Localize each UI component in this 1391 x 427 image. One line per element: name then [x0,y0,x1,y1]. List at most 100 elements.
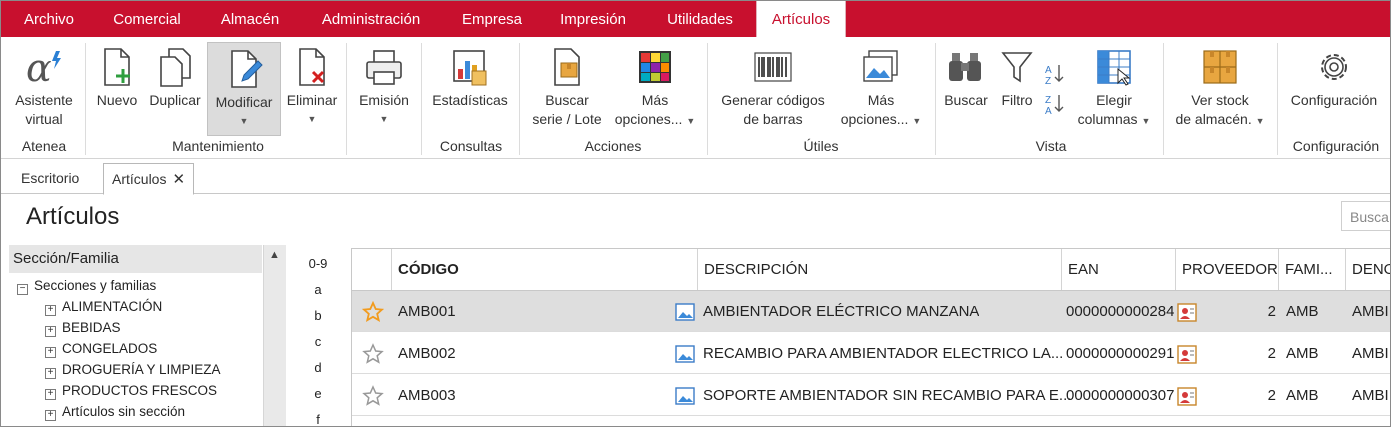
column-header-denominacion[interactable]: DENO [1346,249,1390,290]
expand-icon[interactable]: + [45,368,56,379]
tree-item-alimentacion[interactable]: + ALIMENTACIÓN [45,296,162,317]
app-window: Archivo Comercial Almacén Administración… [0,0,1391,427]
buscar-button[interactable]: Buscar [941,41,991,110]
tree-item-label: PRODUCTOS FRESCOS [62,383,218,398]
tree-item-bebidas[interactable]: + BEBIDAS [45,317,121,338]
expand-icon[interactable]: + [45,410,56,421]
column-header-proveedor[interactable]: PROVEEDOR [1176,249,1279,290]
mas-opciones-utiles-button[interactable]: Más opciones... ▼ [835,41,927,131]
ver-stock-almacen-button[interactable]: Ver stock de almacén. ▼ [1169,41,1271,131]
tree-item-congelados[interactable]: + CONGELADOS [45,338,157,359]
table-row[interactable]: AMB003 SOPORTE AMBIENTADOR SIN RECAMBIO … [352,375,1390,416]
duplicar-label: Duplicar [149,92,201,108]
table-row[interactable]: AMB002 RECAMBIO PARA AMBIENTADOR ELECTRI… [352,333,1390,374]
supplier-card-icon[interactable] [1176,385,1198,407]
expand-icon[interactable]: + [45,305,56,316]
generar-codigos-label-2: de barras [743,111,803,127]
svg-text:α: α [26,46,52,89]
supplier-card-icon[interactable] [1176,301,1198,323]
cell-descripcion: SOPORTE AMBIENTADOR SIN RECAMBIO PARA E.… [703,387,1072,404]
new-document-icon [104,48,130,86]
cell-proveedor: 2 [1267,345,1276,362]
table-row[interactable]: AMB001 AMBIENTADOR ELÉCTRICO MANZANA 000… [352,291,1390,332]
ribbon: α Asistente virtual Atenea Nuevo Duplica… [1,37,1390,159]
alpha-index-item[interactable]: b [301,303,335,329]
estadisticas-button[interactable]: Estadísticas [427,41,513,110]
configuracion-button[interactable]: Configuración [1283,41,1385,110]
menu-tab-articulos[interactable]: Artículos [756,1,846,38]
chevron-up-icon[interactable]: ▲ [269,249,280,261]
eliminar-label: Eliminar [286,92,338,108]
supplier-card-icon[interactable] [1176,343,1198,365]
expand-icon[interactable]: + [45,389,56,400]
table-header: CÓDIGO DESCRIPCIÓN EAN PROVEEDOR FAMI...… [352,249,1390,291]
tree-item-sin-seccion[interactable]: + Artículos sin sección [45,401,185,422]
group-label-utiles: Útiles [803,138,839,154]
alpha-index-item[interactable]: d [301,355,335,381]
alpha-index-item[interactable]: a [301,277,335,303]
menu-tab-empresa[interactable]: Empresa [448,1,536,37]
ribbon-separator [346,43,347,155]
cell-familia: AMB [1286,303,1319,320]
collapse-icon[interactable]: − [17,284,28,295]
menu-tab-archivo[interactable]: Archivo [11,1,87,37]
image-icon[interactable] [675,303,695,321]
mas-opciones-acciones-button[interactable]: Más opciones... ▼ [609,41,701,131]
duplicar-button[interactable]: Duplicar [147,41,203,110]
image-icon[interactable] [675,387,695,405]
alpha-index-item[interactable]: f [301,407,335,426]
tree-item-drogueria[interactable]: + DROGUERÍA Y LIMPIEZA [45,359,221,380]
group-label-acciones: Acciones [584,138,642,154]
generar-codigos-barras-button[interactable]: Generar códigos de barras [713,41,833,129]
estadisticas-label: Estadísticas [432,92,508,108]
configuracion-label: Configuración [1290,92,1378,108]
tab-articulos[interactable]: Artículos ✕ [103,163,195,195]
asistente-virtual-button[interactable]: α Asistente virtual [9,41,79,129]
favorite-star-outline-icon[interactable] [362,385,384,407]
elegir-columnas-button[interactable]: Elegir columnas ▼ [1069,41,1159,131]
alpha-index-item[interactable]: e [301,381,335,407]
column-header-codigo[interactable]: CÓDIGO [392,249,698,290]
menu-tab-comercial[interactable]: Comercial [97,1,197,37]
asistente-label-1: Asistente [15,92,73,108]
choose-columns-icon [1097,50,1131,86]
menu-tab-impresion[interactable]: Impresión [546,1,640,37]
expand-icon[interactable]: + [45,326,56,337]
image-gallery-icon [863,50,898,82]
emision-label: Emisión [359,92,409,108]
buscar-serie-lote-button[interactable]: Buscar serie / Lote [525,41,609,129]
modificar-button[interactable]: Modificar ▼ [207,42,281,136]
tree-scrollbar[interactable]: ▲ [263,245,286,426]
menu-tab-almacen[interactable]: Almacén [206,1,294,37]
cell-familia: AMB [1286,387,1319,404]
nuevo-button[interactable]: Nuevo [93,41,141,110]
column-header-ean[interactable]: EAN [1062,249,1176,290]
buscar-label: Buscar [944,92,988,108]
alpha-index-item[interactable]: c [301,329,335,355]
group-label-configuracion: Configuración [1292,138,1380,154]
close-icon[interactable]: ✕ [172,171,185,188]
expand-icon[interactable]: + [45,347,56,358]
favorite-star-outline-icon[interactable] [362,343,384,365]
image-icon[interactable] [675,345,695,363]
tree-root[interactable]: − Secciones y familias [17,275,156,296]
buscar-serie-label-1: Buscar [545,92,589,108]
sort-buttons[interactable]: A Z Z A [1041,61,1067,121]
filtro-button[interactable]: Filtro [995,41,1039,110]
search-input[interactable]: Busca [1341,201,1390,231]
tree-item-productos-frescos[interactable]: + PRODUCTOS FRESCOS [45,380,217,401]
alpha-index-item[interactable]: 0-9 [301,251,335,277]
favorite-star-icon[interactable] [362,301,384,323]
eliminar-button[interactable]: Eliminar ▼ [283,41,341,129]
emision-button[interactable]: Emisión ▼ [353,41,415,129]
column-header-favorite[interactable] [352,249,392,290]
menu-bar: Archivo Comercial Almacén Administración… [1,1,1390,38]
menu-tab-utilidades[interactable]: Utilidades [651,1,749,37]
menu-tab-administracion[interactable]: Administración [304,1,438,37]
column-header-familia[interactable]: FAMI... [1279,249,1346,290]
column-header-descripcion[interactable]: DESCRIPCIÓN [698,249,1062,290]
tree-item-label: Artículos sin sección [62,404,186,419]
delete-document-icon [299,48,325,86]
cell-descripcion: RECAMBIO PARA AMBIENTADOR ELECTRICO LA..… [703,345,1064,362]
tab-escritorio[interactable]: Escritorio [13,165,87,192]
